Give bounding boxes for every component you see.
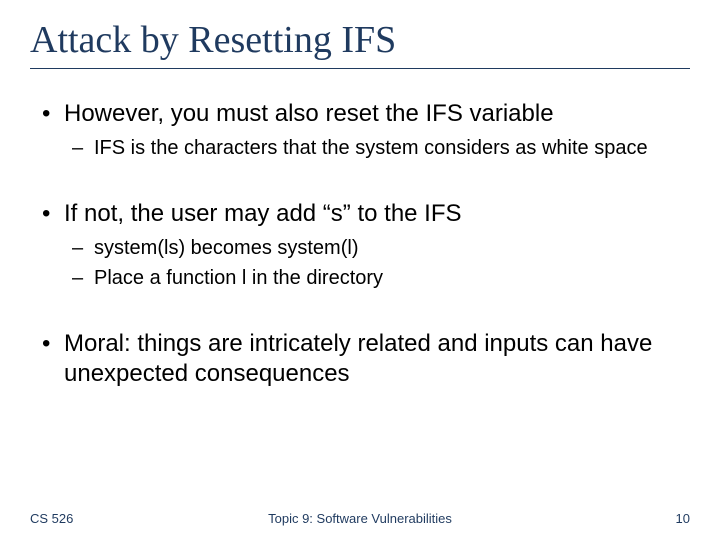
spacer: [36, 169, 690, 199]
title-rule: [30, 68, 690, 69]
sub-list: system(ls) becomes system(l) Place a fun…: [64, 235, 690, 291]
sub-item: system(ls) becomes system(l): [64, 235, 690, 261]
spacer: [36, 299, 690, 329]
sub-item: Place a function l in the directory: [64, 265, 690, 291]
slide-title: Attack by Resetting IFS: [30, 18, 690, 62]
bullet-text: If not, the user may add “s” to the IFS: [64, 200, 462, 227]
sub-item: IFS is the characters that the system co…: [64, 135, 690, 161]
footer-center: Topic 9: Software Vulnerabilities: [0, 511, 720, 526]
slide-content: However, you must also reset the IFS var…: [30, 99, 690, 389]
bullet-text: Moral: things are intricately related an…: [64, 330, 652, 387]
sub-list: IFS is the characters that the system co…: [64, 135, 690, 161]
bullet-item: If not, the user may add “s” to the IFS …: [36, 199, 690, 291]
footer-right: 10: [676, 511, 690, 526]
bullet-item: Moral: things are intricately related an…: [36, 329, 690, 389]
bullet-list: However, you must also reset the IFS var…: [36, 99, 690, 389]
bullet-item: However, you must also reset the IFS var…: [36, 99, 690, 161]
bullet-text: However, you must also reset the IFS var…: [64, 100, 554, 127]
slide: Attack by Resetting IFS However, you mus…: [0, 0, 720, 540]
